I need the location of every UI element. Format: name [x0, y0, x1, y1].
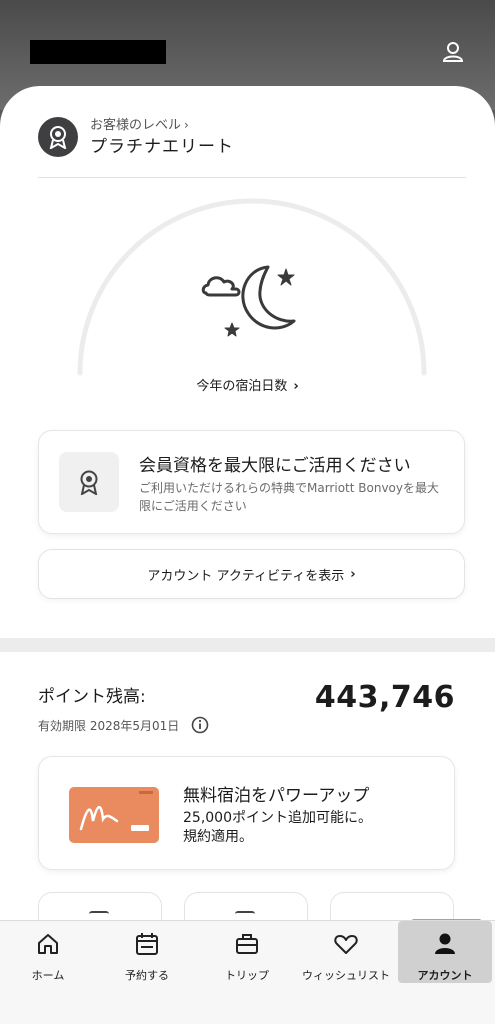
moon-clouds-stars-icon: [196, 255, 306, 345]
nav-home[interactable]: ホーム: [0, 921, 96, 983]
calendar-icon: [134, 931, 160, 961]
chevron-right-icon: ›: [293, 379, 299, 394]
power-up-free-night-card[interactable]: 無料宿泊をパワーアップ 25,000ポイント追加可能に。 規約適用。: [38, 756, 455, 870]
member-benefits-card[interactable]: 会員資格を最大限にご活用ください ご利用いただけるれらの特典でMarriott …: [38, 430, 465, 534]
points-balance-label: ポイント残高:: [38, 687, 146, 707]
home-icon: [35, 931, 61, 961]
redacted-name: [30, 40, 166, 64]
award-ribbon-icon: [59, 452, 119, 512]
nav-book[interactable]: 予約する: [98, 921, 196, 983]
section-divider: [38, 177, 466, 178]
free-night-card-illustration: [69, 787, 159, 843]
account-icon: [432, 931, 458, 961]
member-level-name: プラチナエリート: [90, 136, 234, 157]
nav-label: ウィッシュリスト: [302, 969, 390, 982]
award-ribbon-icon: [38, 117, 78, 157]
promo-description: 25,000ポイント追加可能に。 規約適用。: [183, 809, 433, 847]
promo-line-2: 規約適用。: [183, 829, 253, 845]
view-account-activity-button[interactable]: アカウント アクティビティを表示 ›: [38, 549, 465, 599]
nav-label: 予約する: [125, 969, 169, 982]
nav-account[interactable]: アカウント: [398, 921, 492, 983]
member-level-link[interactable]: お客様のレベル › プラチナエリート: [38, 115, 468, 159]
nav-label: アカウント: [417, 969, 473, 982]
nav-label: トリップ: [225, 969, 269, 982]
heart-icon: [333, 931, 359, 961]
points-section: ポイント残高: 443,746 有効期限 2028年5月01日 無料宿泊をパワー…: [0, 652, 495, 952]
nights-this-year-link[interactable]: 今年の宿泊日数 ›: [0, 375, 495, 394]
user-profile-button[interactable]: [439, 40, 467, 68]
suitcase-icon: [234, 931, 260, 961]
points-balance-value: 443,746: [314, 680, 455, 715]
user-icon: [441, 40, 465, 68]
chevron-right-icon: ›: [184, 117, 189, 132]
benefits-description: ご利用いただけるれらの特典でMarriott Bonvoyを最大限にご活用くださ…: [139, 481, 439, 513]
chevron-right-icon: ›: [350, 566, 356, 582]
info-icon[interactable]: [191, 716, 209, 734]
section-separator: [0, 638, 495, 652]
nav-label: ホーム: [31, 969, 65, 982]
points-expiry: 有効期限 2028年5月01日: [38, 716, 209, 734]
promo-line-1: 25,000ポイント追加可能に。: [183, 810, 372, 826]
points-expiry-text: 有効期限 2028年5月01日: [38, 718, 180, 733]
member-level-caption: お客様のレベル ›: [90, 117, 189, 133]
nav-trips[interactable]: トリップ: [198, 921, 296, 983]
promo-title: 無料宿泊をパワーアップ: [183, 786, 370, 806]
bottom-navigation: ホーム 予約する トリップ ウィッシュリスト アカウント: [0, 920, 495, 1024]
nav-wishlist[interactable]: ウィッシュリスト: [298, 921, 394, 983]
benefits-title: 会員資格を最大限にご活用ください: [139, 456, 411, 476]
